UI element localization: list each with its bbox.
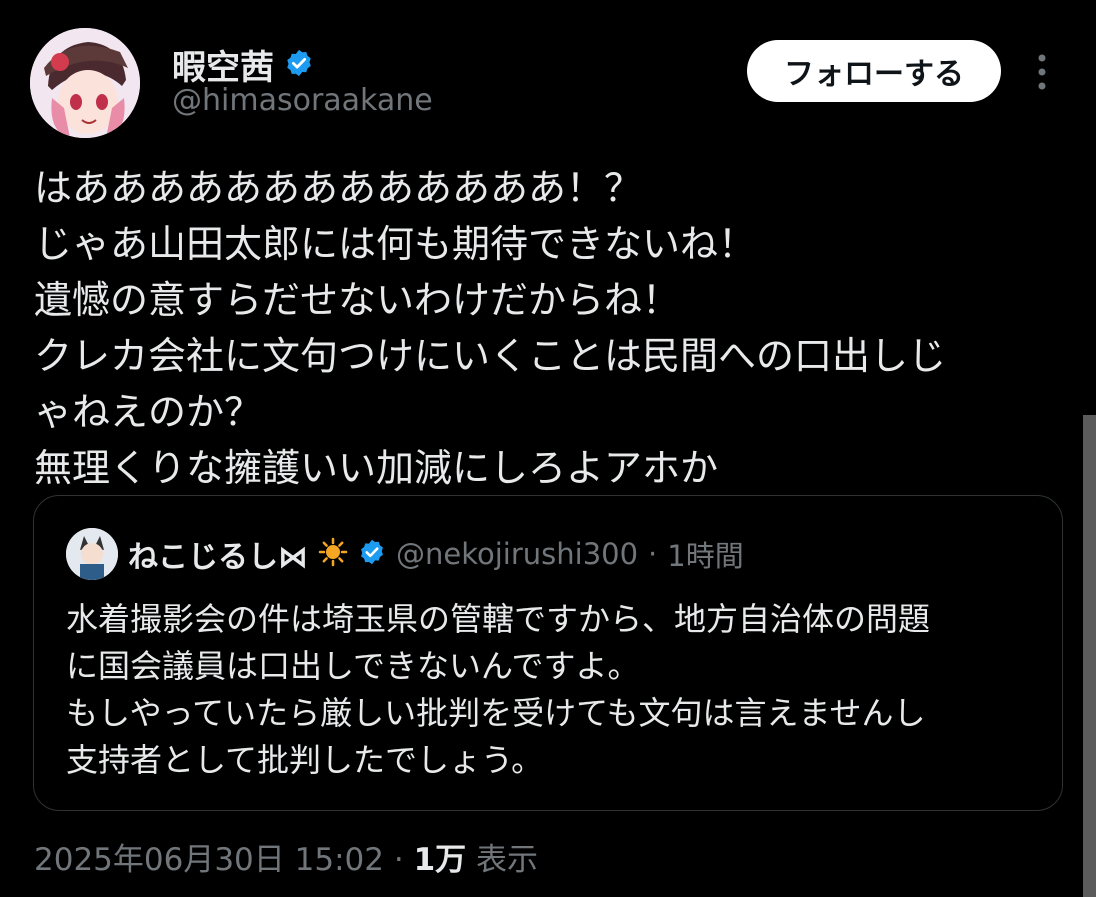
- quoted-tweet-header: ねこじるし⋈ @nekojirushi300 · 1時間: [66, 528, 744, 580]
- tweet-line: ゃねえのか？: [34, 390, 263, 434]
- tweet-footer: 2025年06月30日 15:02 · 1万 表示: [34, 834, 538, 879]
- tweet-text: はあああああああああああああ！？ じゃあ山田太郎には何も期待できないね！ 遺憾の…: [34, 160, 1064, 496]
- scrollbar[interactable]: [1083, 415, 1096, 897]
- quoted-author-avatar[interactable]: [66, 528, 118, 580]
- quoted-line: もしやっていたら厳しい批判を受けても文句は言えませんし: [66, 694, 926, 732]
- view-count: 1万: [413, 842, 467, 878]
- quoted-line: に国会議員は口出しできないんですよ。: [66, 647, 640, 685]
- quoted-line: 支持者として批判したでしょう。: [66, 741, 544, 779]
- quoted-tweet-card[interactable]: ねこじるし⋈ @nekojirushi300 · 1時間 水着撮影会の件は埼玉県…: [33, 495, 1063, 811]
- author-avatar[interactable]: [30, 28, 140, 138]
- verified-badge-icon: [358, 538, 386, 570]
- more-options-icon[interactable]: [1030, 52, 1054, 92]
- meta-separator: ·: [648, 537, 658, 571]
- follow-button[interactable]: フォローする: [747, 40, 1001, 102]
- quoted-line: 水着撮影会の件は埼玉県の管轄ですから、地方自治体の問題: [66, 600, 931, 638]
- meta-separator: ·: [393, 842, 404, 878]
- view-count-label: 表示: [476, 842, 538, 878]
- quoted-author-name[interactable]: ねこじるし⋈: [128, 532, 308, 576]
- quoted-author-handle[interactable]: @nekojirushi300: [396, 537, 638, 571]
- author-handle[interactable]: @himasoraakane: [172, 83, 433, 118]
- tweet-line: クレカ会社に文句つけにいくことは民間への口出しじ: [34, 334, 947, 378]
- quoted-tweet-text: 水着撮影会の件は埼玉県の管轄ですから、地方自治体の問題 に国会議員は口出しできな…: [66, 596, 930, 784]
- quoted-tweet-time[interactable]: 1時間: [667, 533, 743, 575]
- tweet-line: じゃあ山田太郎には何も期待できないね！: [34, 222, 757, 266]
- tweet-line: はあああああああああああああ！？: [34, 166, 643, 210]
- sun-emoji-icon: [318, 537, 348, 571]
- tweet-line: 遺憾の意すらだせないわけだからね！: [34, 278, 681, 322]
- verified-badge-icon: [284, 48, 314, 82]
- author-name[interactable]: 暇空茜: [172, 40, 274, 89]
- author-name-row: 暇空茜: [172, 40, 314, 89]
- tweet-timestamp[interactable]: 2025年06月30日 15:02: [34, 842, 384, 878]
- tweet-line: 無理くりな擁護いい加減にしろよアホか: [34, 446, 719, 490]
